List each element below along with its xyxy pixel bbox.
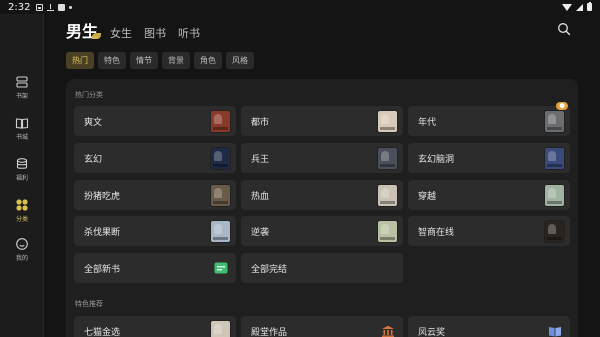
sidebar: 书架 书城 福利 分类 我的 <box>0 14 44 337</box>
category-item[interactable]: 扮猪吃虎 <box>74 180 236 210</box>
book-cover <box>545 185 564 206</box>
filter-chips: 热门 特色 情节 背景 角色 风格 <box>66 52 254 69</box>
download-icon <box>47 3 55 11</box>
category-label: 爽文 <box>84 117 103 128</box>
dot-icon <box>69 5 73 9</box>
book-cover <box>545 221 564 242</box>
battery-icon <box>587 2 592 11</box>
featured-item[interactable]: 殿堂作品 <box>241 316 403 337</box>
category-item[interactable]: 全部完结 <box>241 253 403 283</box>
book-cover <box>211 221 230 242</box>
image-notification-icon <box>36 3 44 11</box>
sidebar-item-bookshelf[interactable]: 书架 <box>0 75 44 100</box>
category-label: 穿越 <box>418 191 437 202</box>
book-open-icon <box>15 118 29 129</box>
book-cover <box>211 321 230 337</box>
app-notification-icon <box>58 3 66 11</box>
category-label: 杀伐果断 <box>84 227 121 238</box>
sidebar-item-label: 书架 <box>15 93 28 100</box>
sidebar-item-category[interactable]: 分类 <box>0 198 44 223</box>
tab-books[interactable]: 图书 <box>144 26 166 42</box>
book-cover <box>545 111 564 132</box>
chip-background[interactable]: 背景 <box>162 52 190 69</box>
category-label: 玄幻脑洞 <box>418 154 455 165</box>
category-item[interactable]: 都市 <box>241 106 403 136</box>
search-icon[interactable] <box>557 22 571 36</box>
chip-hot[interactable]: 热门 <box>66 52 94 69</box>
book-cover <box>378 148 397 169</box>
category-item[interactable]: 智商在线 <box>408 216 570 246</box>
category-item[interactable]: 兵王 <box>241 143 403 173</box>
featured-item[interactable]: 七猫金选 <box>74 316 236 337</box>
category-grid-icon <box>16 199 28 211</box>
sidebar-item-label: 我的 <box>15 255 28 262</box>
wifi-icon <box>562 3 572 11</box>
chip-role[interactable]: 角色 <box>194 52 222 69</box>
sidebar-item-label: 分类 <box>15 216 28 223</box>
tab-female[interactable]: 女生 <box>110 26 132 42</box>
bookshelf-icon <box>16 76 28 88</box>
award-book-icon <box>549 327 561 337</box>
smile-icon <box>16 238 28 250</box>
sidebar-item-label: 书城 <box>15 134 28 141</box>
featured-item[interactable]: 风云奖 <box>408 316 570 337</box>
category-label: 全部新书 <box>84 264 121 275</box>
category-label: 扮猪吃虎 <box>84 191 121 202</box>
category-item[interactable]: 年代 ⬤ <box>408 102 570 136</box>
sidebar-item-welfare[interactable]: 福利 <box>0 157 44 182</box>
book-cover <box>378 111 397 132</box>
category-label: 逆袭 <box>251 227 270 238</box>
signal-icon <box>576 3 583 11</box>
chip-style[interactable]: 风格 <box>226 52 254 69</box>
sidebar-item-label: 福利 <box>15 175 28 182</box>
book-cover <box>211 185 230 206</box>
tab-audiobooks[interactable]: 听书 <box>178 26 200 42</box>
category-item[interactable]: 玄幻脑洞 <box>408 143 570 173</box>
chip-plot[interactable]: 情节 <box>130 52 158 69</box>
top-tabs: 男生 女生 图书 听书 <box>66 20 212 42</box>
chip-feature[interactable]: 特色 <box>98 52 126 69</box>
category-item[interactable]: 玄幻 <box>74 143 236 173</box>
status-time: 2:32 <box>8 1 31 13</box>
category-label: 全部完结 <box>251 264 288 275</box>
category-label: 智商在线 <box>418 227 455 238</box>
category-item[interactable]: 热血 <box>241 180 403 210</box>
tab-male[interactable]: 男生 <box>66 22 102 42</box>
sidebar-item-mine[interactable]: 我的 <box>0 237 44 262</box>
featured-label: 七猫金选 <box>84 327 121 337</box>
book-cover <box>545 148 564 169</box>
category-item[interactable]: 全部新书 <box>74 253 236 283</box>
category-label: 年代 <box>418 117 437 128</box>
new-badge-icon: ⬤ <box>556 102 568 110</box>
section-title-hot: 热门分类 <box>75 91 103 99</box>
category-label: 玄幻 <box>84 154 103 165</box>
category-label: 热血 <box>251 191 270 202</box>
category-item[interactable]: 爽文 <box>74 106 236 136</box>
featured-label: 殿堂作品 <box>251 327 288 337</box>
category-item[interactable]: 穿越 <box>408 180 570 210</box>
database-icon <box>16 158 28 169</box>
book-cover <box>378 221 397 242</box>
book-cover <box>211 148 230 169</box>
featured-label: 风云奖 <box>418 327 446 337</box>
sidebar-item-bookstore[interactable]: 书城 <box>0 116 44 141</box>
book-cover <box>211 111 230 132</box>
temple-icon <box>382 325 394 337</box>
status-bar: 2:32 <box>0 0 600 14</box>
category-item[interactable]: 杀伐果断 <box>74 216 236 246</box>
book-cover <box>378 185 397 206</box>
category-label: 兵王 <box>251 154 270 165</box>
category-item[interactable]: 逆袭 <box>241 216 403 246</box>
new-book-icon <box>214 262 228 274</box>
category-label: 都市 <box>251 117 270 128</box>
section-title-featured: 特色推荐 <box>75 300 103 308</box>
